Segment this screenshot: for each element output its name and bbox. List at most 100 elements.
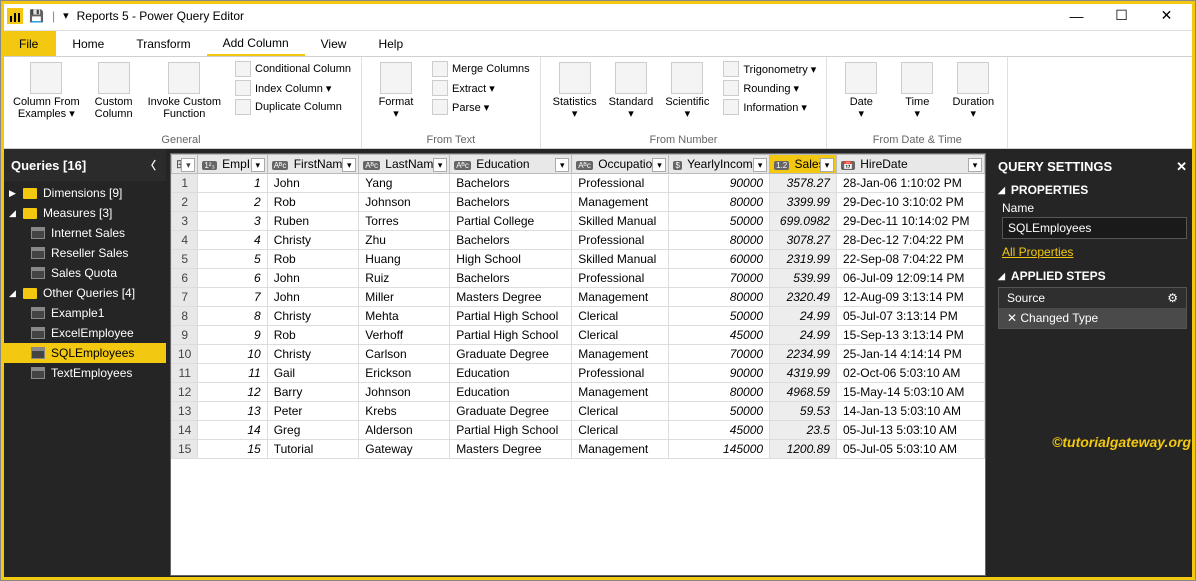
cell-yearlyincome[interactable]: 80000 [669,288,770,307]
cell-yearlyincome[interactable]: 50000 [669,212,770,231]
cell-empid[interactable]: 10 [198,345,267,364]
cell-lastname[interactable]: Erickson [359,364,450,383]
cell-firstname[interactable]: Tutorial [267,440,359,459]
qat-dropdown[interactable]: ▾ [63,9,69,22]
query-item[interactable]: SQLEmployees [1,343,166,363]
cell-sales[interactable]: 4968.59 [770,383,837,402]
query-item[interactable]: Internet Sales [1,223,166,243]
cell-education[interactable]: Bachelors [450,269,572,288]
tab-help[interactable]: Help [362,31,419,56]
cell-occupation[interactable]: Skilled Manual [572,250,669,269]
index-column-button[interactable]: Index Column ▾ [231,79,355,97]
filter-dropdown-icon[interactable]: ▾ [433,158,447,172]
custom-column-button[interactable]: Custom Column [86,60,142,122]
cell-occupation[interactable]: Professional [572,174,669,193]
cell-lastname[interactable]: Huang [359,250,450,269]
filter-dropdown-icon[interactable]: ▾ [251,158,265,172]
cell-education[interactable]: Partial College [450,212,572,231]
cell-empid[interactable]: 6 [198,269,267,288]
time-button[interactable]: Time ▾ [889,60,945,122]
table-row[interactable]: 33RubenTorresPartial CollegeSkilled Manu… [172,212,985,231]
applied-step[interactable]: Source⚙ [999,288,1186,308]
all-properties-link[interactable]: All Properties [1002,245,1073,259]
cell-occupation[interactable]: Clerical [572,307,669,326]
cell-lastname[interactable]: Ruiz [359,269,450,288]
cell-sales[interactable]: 2234.99 [770,345,837,364]
duplicate-column-button[interactable]: Duplicate Column [231,98,355,116]
cell-firstname[interactable]: John [267,269,359,288]
column-header-firstname[interactable]: Aᴮc FirstName▾ [267,155,359,174]
information-button[interactable]: Information ▾ [719,98,820,116]
cell-yearlyincome[interactable]: 145000 [669,440,770,459]
table-row[interactable]: 22RobJohnsonBachelorsManagement800003399… [172,193,985,212]
cell-firstname[interactable]: John [267,174,359,193]
cell-occupation[interactable]: Professional [572,364,669,383]
cell-hiredate[interactable]: 05-Jul-05 5:03:10 AM [836,440,984,459]
cell-occupation[interactable]: Professional [572,269,669,288]
cell-sales[interactable]: 3399.99 [770,193,837,212]
cell-hiredate[interactable]: 05-Jul-13 5:03:10 AM [836,421,984,440]
settings-close-icon[interactable]: ✕ [1176,159,1187,175]
tab-view[interactable]: View [305,31,363,56]
cell-lastname[interactable]: Carlson [359,345,450,364]
merge-columns-button[interactable]: Merge Columns [428,60,534,78]
cell-yearlyincome[interactable]: 45000 [669,326,770,345]
cell-yearlyincome[interactable]: 60000 [669,250,770,269]
scientific-button[interactable]: Scientific ▾ [659,60,715,122]
cell-sales[interactable]: 3078.27 [770,231,837,250]
column-header-education[interactable]: Aᴮc Education▾ [450,155,572,174]
cell-empid[interactable]: 14 [198,421,267,440]
column-header-empid[interactable]: 1²₃ EmpID▾ [198,155,267,174]
row-number[interactable]: 3 [172,212,198,231]
cell-education[interactable]: Partial High School [450,307,572,326]
row-number[interactable]: 2 [172,193,198,212]
query-item[interactable]: TextEmployees [1,363,166,383]
applied-step[interactable]: ✕ Changed Type [999,308,1186,328]
cell-lastname[interactable]: Verhoff [359,326,450,345]
query-group[interactable]: ◢Other Queries [4] [1,283,166,303]
filter-dropdown-icon[interactable]: ▾ [342,158,356,172]
cell-firstname[interactable]: Barry [267,383,359,402]
extract-button[interactable]: Extract ▾ [428,79,534,97]
cell-lastname[interactable]: Johnson [359,193,450,212]
cell-lastname[interactable]: Alderson [359,421,450,440]
cell-empid[interactable]: 4 [198,231,267,250]
query-item[interactable]: Reseller Sales [1,243,166,263]
gear-icon[interactable]: ⚙ [1167,291,1178,305]
cell-occupation[interactable]: Management [572,345,669,364]
cell-yearlyincome[interactable]: 90000 [669,364,770,383]
cell-sales[interactable]: 4319.99 [770,364,837,383]
column-header-yearlyincome[interactable]: $ YearlyIncome▾ [669,155,770,174]
cell-lastname[interactable]: Mehta [359,307,450,326]
cell-firstname[interactable]: Rob [267,193,359,212]
table-row[interactable]: 44ChristyZhuBachelorsProfessional8000030… [172,231,985,250]
column-header-hiredate[interactable]: 📅 HireDate▾ [836,155,984,174]
queries-collapse-icon[interactable]: 〈 [145,157,156,173]
cell-empid[interactable]: 15 [198,440,267,459]
cell-occupation[interactable]: Clerical [572,402,669,421]
fold-icon[interactable]: ◢ [9,288,17,299]
cell-occupation[interactable]: Management [572,440,669,459]
cell-firstname[interactable]: Rob [267,326,359,345]
row-number[interactable]: 13 [172,402,198,421]
cell-education[interactable]: Masters Degree [450,288,572,307]
row-number[interactable]: 9 [172,326,198,345]
cell-hiredate[interactable]: 15-May-14 5:03:10 AM [836,383,984,402]
col-from-examples-button[interactable]: Column From Examples ▾ [7,60,86,122]
cell-sales[interactable]: 3578.27 [770,174,837,193]
cell-hiredate[interactable]: 02-Oct-06 5:03:10 AM [836,364,984,383]
cell-yearlyincome[interactable]: 50000 [669,307,770,326]
filter-dropdown-icon[interactable]: ▾ [820,158,834,172]
cell-hiredate[interactable]: 22-Sep-08 7:04:22 PM [836,250,984,269]
cell-hiredate[interactable]: 29-Dec-10 3:10:02 PM [836,193,984,212]
cell-yearlyincome[interactable]: 80000 [669,231,770,250]
invoke-custom-fn-button[interactable]: Invoke Custom Function [142,60,227,122]
table-row[interactable]: 1010ChristyCarlsonGraduate DegreeManagem… [172,345,985,364]
cell-education[interactable]: Bachelors [450,174,572,193]
cell-firstname[interactable]: Greg [267,421,359,440]
cell-lastname[interactable]: Torres [359,212,450,231]
cell-empid[interactable]: 1 [198,174,267,193]
column-header-lastname[interactable]: Aᴮc LastName▾ [359,155,450,174]
cell-lastname[interactable]: Yang [359,174,450,193]
conditional-column-button[interactable]: Conditional Column [231,60,355,78]
